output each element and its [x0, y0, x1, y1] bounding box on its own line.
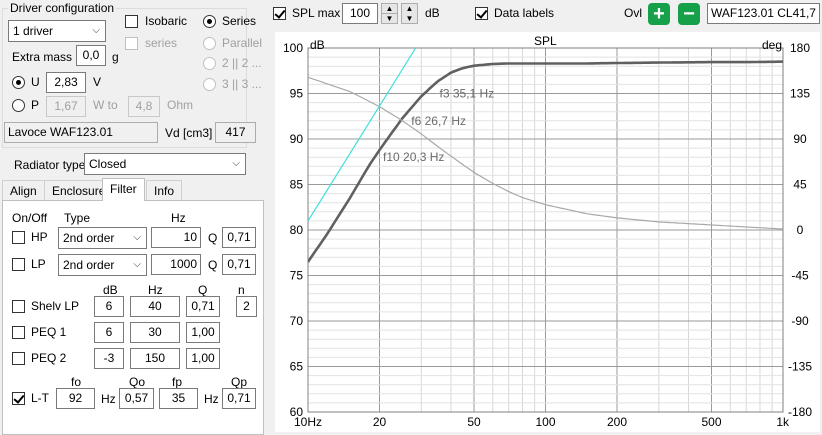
x-tick-label: 100: [535, 415, 555, 429]
y2-tick-label: -45: [791, 269, 809, 283]
y-tick-label: 60: [290, 405, 304, 419]
x-tick-label: 200: [607, 415, 627, 429]
y2-tick-label: -90: [791, 314, 809, 328]
y2-tick-label: -135: [788, 360, 812, 374]
chart-annotations: f3 35,1 Hz f6 26,7 Hz f10 20,3 Hz: [383, 87, 494, 165]
y2-tick-label: 135: [790, 87, 810, 101]
spl-chart: 10Hz 20 50 100 200 500 1k6065707580859095100-1…: [283, 41, 812, 429]
y2-tick-label: 180: [790, 41, 810, 55]
chart-title: SPL: [534, 34, 557, 48]
y-tick-label: 70: [290, 314, 304, 328]
y-tick-label: 65: [290, 360, 304, 374]
y-tick-label: 80: [290, 223, 304, 237]
chart-grid: [307, 47, 784, 413]
y-tick-label: 75: [290, 269, 304, 283]
y2-axis-label: deg: [762, 38, 783, 52]
y-tick-label: 85: [290, 178, 304, 192]
data-label: f10 20,3 Hz: [383, 150, 444, 164]
data-label: f6 26,7 Hz: [411, 114, 466, 128]
y-tick-label: 90: [290, 132, 304, 146]
tab-filter[interactable]: Filter: [102, 178, 145, 201]
x-tick-label: 500: [701, 415, 721, 429]
x-tick-label: 20: [373, 415, 387, 429]
y-axis-label: dB: [310, 38, 325, 52]
y2-tick-label: 45: [793, 178, 807, 192]
data-label: f3 35,1 Hz: [440, 87, 495, 101]
chart-labels: 10Hz 20 50 100 200 500 1k6065707580859095100-1…: [283, 41, 812, 429]
y-tick-label: 95: [290, 87, 304, 101]
y2-tick-label: 0: [797, 223, 804, 237]
y-tick-label: 100: [283, 41, 303, 55]
y2-tick-label: -180: [788, 405, 812, 419]
y2-tick-label: 90: [793, 132, 807, 146]
x-tick-label: 50: [467, 415, 481, 429]
